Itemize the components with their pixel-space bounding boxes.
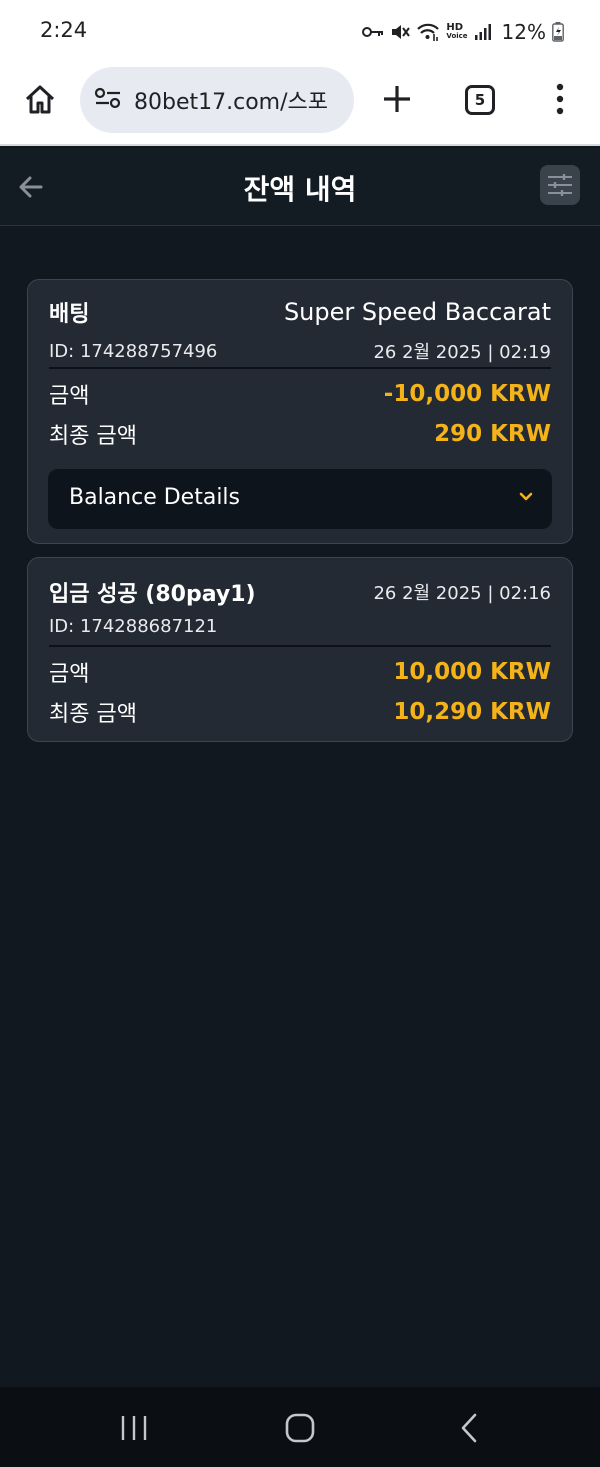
balance-details-label[interactable]: Balance Details [69, 485, 240, 510]
status-bar: 2:24 HD Voice 12% [0, 0, 600, 64]
mute-icon [390, 22, 411, 42]
amount-row: 금액 -10,000 KRW [49, 378, 551, 410]
divider [49, 645, 551, 647]
transaction-date: 26 2월 2025 | 02:16 [373, 583, 551, 604]
card-header-row: 입금 성공 (80pay1) 26 2월 2025 | 02:16 [49, 576, 551, 608]
chevron-left-icon [461, 1413, 477, 1443]
home-circle-icon [285, 1413, 315, 1443]
browser-menu-button[interactable] [550, 82, 570, 116]
page-title: 잔액 내역 [243, 173, 357, 206]
card-meta-row: ID: 174288687121 [49, 616, 551, 637]
status-time: 2:24 [40, 18, 88, 42]
final-amount-row: 최종 금액 290 KRW [49, 418, 551, 450]
final-amount-row: 최종 금액 10,290 KRW [49, 696, 551, 728]
transaction-type: 입금 성공 (80pay1) [49, 582, 256, 607]
final-amount-value: 10,290 KRW [393, 699, 551, 725]
balance-details-dropdown[interactable]: Balance Details [48, 469, 552, 529]
final-amount-label: 최종 금액 [49, 702, 137, 727]
hd-label: HD [446, 22, 464, 33]
system-nav-bar [0, 1387, 600, 1467]
status-icons: HD Voice 12% [362, 18, 564, 46]
amount-value: -10,000 KRW [383, 381, 551, 407]
vpn-key-icon [362, 25, 384, 39]
filter-sliders-icon [548, 174, 572, 196]
chevron-down-icon[interactable] [518, 489, 534, 509]
recent-apps-icon [121, 1416, 147, 1440]
browser-toolbar: 80bet17.com/스포 5 [0, 64, 600, 146]
voice-label: Voice [446, 32, 468, 40]
transaction-card: 배팅 Super Speed Baccarat ID: 174288757496… [27, 279, 573, 544]
amount-row: 금액 10,000 KRW [49, 656, 551, 688]
amount-label: 금액 [49, 384, 90, 409]
url-text[interactable]: 80bet17.com/스포 [134, 84, 328, 116]
site-settings-icon[interactable] [94, 86, 122, 114]
recent-apps-button[interactable] [120, 1415, 148, 1445]
home-icon [25, 85, 55, 114]
divider [49, 367, 551, 369]
page-header: 잔액 내역 [0, 148, 600, 226]
tab-switcher-button[interactable]: 5 [465, 85, 495, 115]
transaction-card: 입금 성공 (80pay1) 26 2월 2025 | 02:16 ID: 17… [27, 557, 573, 742]
battery-icon [552, 22, 564, 42]
transaction-type: 배팅 [49, 302, 90, 327]
plus-icon [384, 86, 410, 112]
amount-value: 10,000 KRW [393, 659, 551, 685]
final-amount-value: 290 KRW [434, 421, 551, 447]
game-name: Super Speed Baccarat [283, 298, 551, 326]
card-header-row: 배팅 Super Speed Baccarat [49, 296, 551, 328]
address-bar[interactable]: 80bet17.com/스포 [80, 67, 354, 133]
hd-voice-icon: HD Voice [446, 23, 467, 41]
system-home-button[interactable] [285, 1413, 315, 1447]
battery-percent: 12% [501, 20, 546, 44]
browser-home-button[interactable] [22, 82, 58, 118]
system-back-button[interactable] [459, 1413, 479, 1447]
final-amount-label: 최종 금액 [49, 424, 137, 449]
card-meta-row: ID: 174288757496 26 2월 2025 | 02:19 [49, 338, 551, 364]
transaction-id: ID: 174288757496 [49, 340, 218, 362]
signal-icon [474, 23, 492, 41]
amount-label: 금액 [49, 662, 90, 687]
filter-button[interactable] [540, 165, 580, 205]
more-vert-icon [556, 83, 564, 115]
transaction-id: ID: 174288687121 [49, 616, 218, 637]
wifi-icon [416, 22, 440, 42]
new-tab-button[interactable] [380, 82, 414, 116]
transaction-date: 26 2월 2025 | 02:19 [373, 342, 551, 363]
